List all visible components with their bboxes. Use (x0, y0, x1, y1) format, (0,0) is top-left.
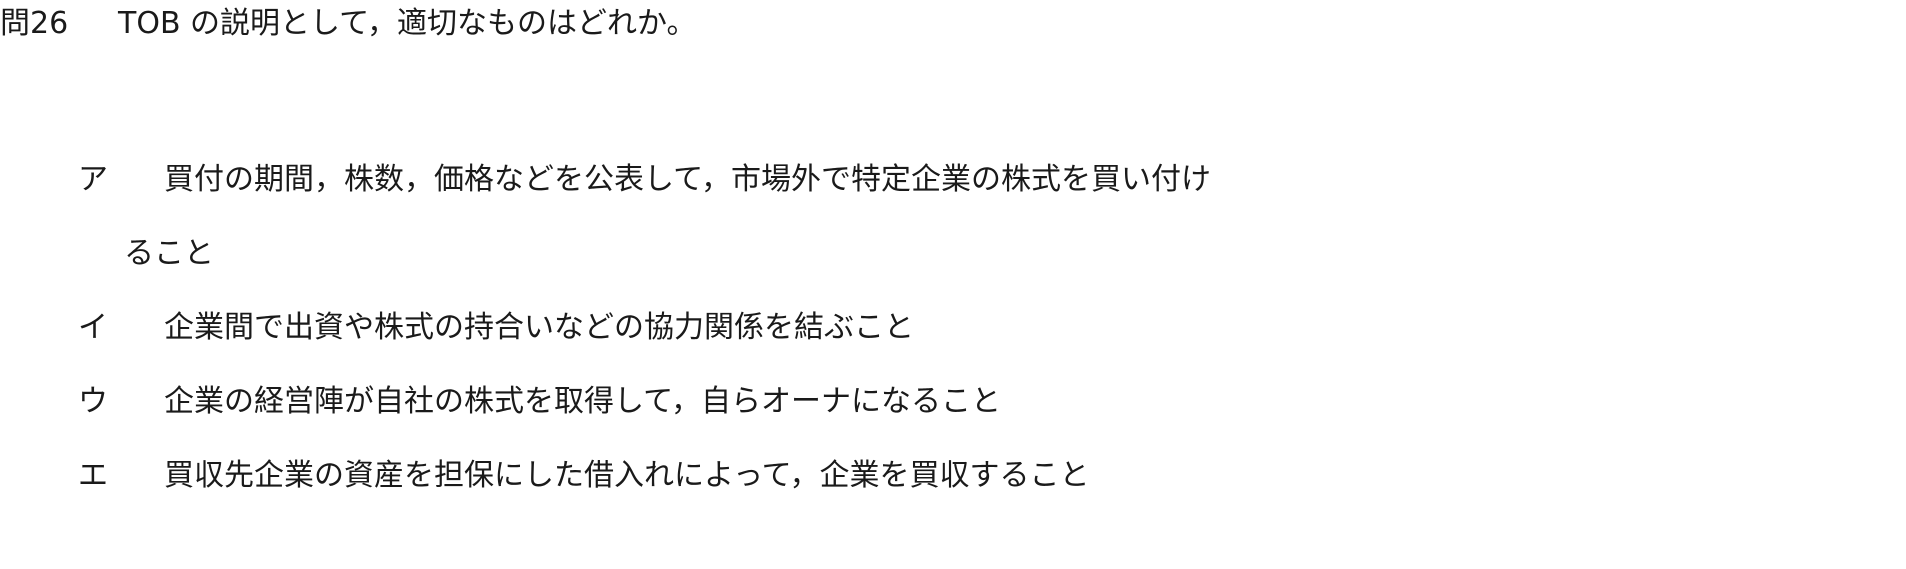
option-label: ウ (78, 384, 108, 419)
question-heading: 問26 TOB の説明として，適切なものはどれか。 (0, 4, 696, 44)
option-text: 買付の期間，株数，価格などを公表して，市場外で特定企業の株式を買い付け (164, 162, 1211, 197)
option-label: ア (78, 162, 108, 197)
option-text-continuation: ること (124, 236, 214, 271)
option-label: イ (78, 310, 108, 345)
answer-options: ア 買付の期間，株数，価格などを公表して，市場外で特定企業の株式を買い付け ること… (78, 160, 1878, 530)
question-number: 問26 (0, 6, 69, 41)
option-text: 買収先企業の資産を担保にした借入れによって，企業を買収すること (164, 458, 1090, 493)
option-u[interactable]: ウ 企業の経営陣が自社の株式を取得して，自らオーナになること (78, 382, 1878, 422)
option-i[interactable]: イ 企業間で出資や株式の持合いなどの協力関係を結ぶこと (78, 308, 1878, 348)
option-a[interactable]: ア 買付の期間，株数，価格などを公表して，市場外で特定企業の株式を買い付け ること (78, 160, 1878, 274)
option-label: エ (78, 458, 108, 493)
option-text: 企業間で出資や株式の持合いなどの協力関係を結ぶこと (164, 310, 914, 345)
option-e[interactable]: エ 買収先企業の資産を担保にした借入れによって，企業を買収すること (78, 456, 1878, 496)
option-text: 企業の経営陣が自社の株式を取得して，自らオーナになること (164, 384, 1001, 419)
question-text: TOB の説明として，適切なものはどれか。 (118, 6, 697, 41)
